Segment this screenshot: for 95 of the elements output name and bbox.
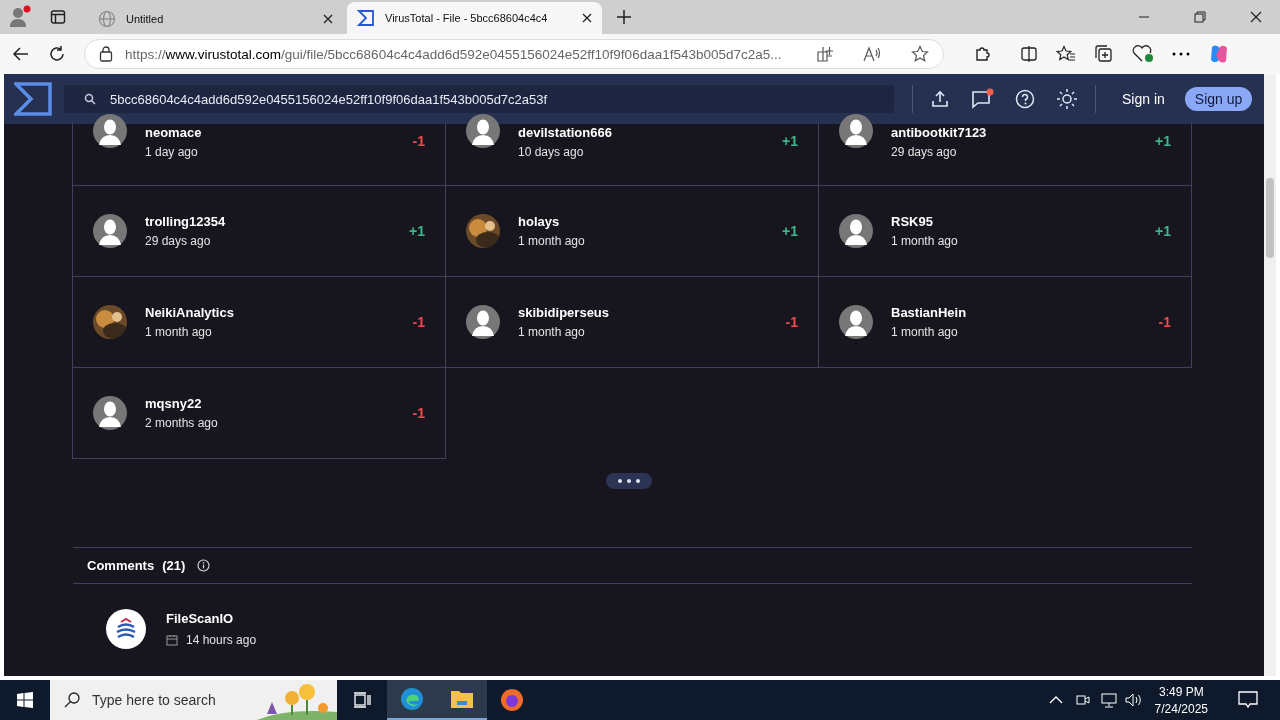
user-name[interactable]: devilstation666 (518, 125, 765, 140)
vote-score: -1 (785, 314, 798, 330)
sigma-logo-icon[interactable] (14, 82, 52, 116)
globe-icon (98, 10, 116, 28)
vote-time: 1 month ago (891, 325, 959, 339)
favorites-icon[interactable] (1056, 45, 1076, 63)
refresh-icon[interactable] (48, 45, 66, 63)
search-icon (64, 692, 80, 708)
user-name[interactable]: holays (518, 214, 765, 229)
new-tab-icon[interactable] (616, 9, 632, 25)
vote-score: -1 (412, 405, 425, 421)
tab-actions-icon[interactable] (50, 9, 66, 25)
info-icon[interactable] (197, 559, 211, 572)
user-name[interactable]: antibootkit7123 (891, 125, 1138, 140)
vote-time: 2 months ago (145, 416, 219, 430)
avatar-icon (839, 214, 873, 248)
close-icon[interactable] (1250, 11, 1262, 23)
volume-icon[interactable] (1124, 692, 1143, 708)
sun-icon[interactable] (1057, 89, 1077, 109)
user-name[interactable]: neomace (145, 125, 395, 140)
chat-icon[interactable] (971, 88, 995, 110)
vote-time: 10 days ago (518, 145, 585, 159)
sigma-logo-icon (357, 9, 375, 27)
vote-time: 1 month ago (891, 234, 959, 248)
avatar-icon (839, 305, 873, 339)
user-name[interactable]: skibidiperseus (518, 305, 768, 320)
notifications-icon[interactable] (1238, 691, 1258, 709)
more-icon[interactable] (1172, 52, 1190, 56)
search-field[interactable]: 5bcc68604c4c4add6d592e0455156024e52ff10f9f06daa1f543b005d7c2a53f (64, 85, 894, 113)
vote-time: 1 month ago (518, 234, 586, 248)
file-explorer-taskbar-icon[interactable] (437, 680, 487, 720)
copilot-icon[interactable] (1208, 43, 1230, 65)
calendar-icon (166, 634, 178, 646)
taskbar-search-field[interactable]: Type here to search (50, 680, 337, 720)
split-screen-icon[interactable] (1020, 45, 1038, 63)
clock-time[interactable]: 3:49 PM (1158, 684, 1204, 699)
vote-score: -1 (412, 133, 425, 149)
vote-time: 1 day ago (145, 145, 199, 159)
chevron-up-icon[interactable] (1048, 695, 1063, 705)
vote-score: +1 (409, 223, 425, 239)
windows-icon (17, 692, 33, 708)
read-aloud-icon[interactable] (863, 46, 881, 62)
user-name[interactable]: BastianHein (891, 305, 1141, 320)
browser-tab[interactable]: VirusTotal - File - 5bcc68604c4c4 (347, 2, 602, 34)
comments-count: (21) (162, 558, 186, 573)
health-icon[interactable] (1132, 45, 1154, 63)
avatar-icon (93, 214, 127, 248)
vote-time: 1 month ago (145, 325, 213, 339)
vote-time: 1 month ago (518, 325, 586, 339)
vote-score: -1 (1158, 314, 1171, 330)
search-placeholder: Type here to search (92, 692, 216, 708)
user-name[interactable]: mqsny22 (145, 396, 395, 411)
address-field[interactable]: https://www.virustotal.com/gui/file/5bcc68604c4c4add6d592e0455156024e52ff10f9f06daa1f543b005d7c2a5... (84, 39, 944, 69)
star-icon[interactable] (911, 45, 929, 63)
vote-score: +1 (1155, 133, 1171, 149)
user-name[interactable]: FileScanIO (166, 611, 234, 626)
avatar-icon (93, 114, 127, 148)
user-name[interactable]: RSK95 (891, 214, 1138, 229)
comment-time: 14 hours ago (186, 633, 257, 647)
user-name[interactable]: trolling12354 (145, 214, 392, 229)
vote-time: 29 days ago (145, 234, 212, 248)
clock-date[interactable]: 7/24/2025 (1154, 701, 1208, 716)
vote-score: +1 (782, 223, 798, 239)
search-value: 5bcc68604c4c4add6d592e0455156024e52ff10f9f06daa1f543b005d7c2a53f (110, 91, 548, 107)
puzzle-icon[interactable] (974, 45, 992, 63)
vote-score: +1 (1155, 223, 1171, 239)
comments-title: Comments (87, 558, 155, 573)
user-name[interactable]: NeikiAnalytics (145, 305, 395, 320)
avatar-icon (466, 305, 500, 339)
avatar-icon (93, 396, 127, 430)
url-text: https://www.virustotal.com/gui/file/5bcc68604c4c4add6d592e0455156024e52ff10f9f06daa1f543b005d7c2a5... (125, 46, 782, 62)
search-icon (84, 93, 96, 105)
close-icon[interactable] (582, 13, 592, 23)
load-more-button[interactable] (606, 473, 652, 489)
network-icon[interactable] (1098, 692, 1117, 708)
vote-score: +1 (782, 133, 798, 149)
avatar-icon (466, 114, 500, 148)
profile-icon[interactable] (8, 5, 32, 29)
sign-in-button[interactable]: Sign in (1114, 91, 1173, 107)
camera-icon[interactable] (1074, 692, 1091, 708)
vote-time: 29 days ago (891, 145, 958, 159)
upload-icon[interactable] (931, 90, 949, 108)
lock-icon (99, 46, 113, 62)
avatar-icon (106, 609, 146, 649)
avatar-icon (839, 114, 873, 148)
help-icon[interactable] (1015, 89, 1035, 109)
back-icon[interactable] (12, 45, 30, 63)
browser-tab[interactable]: Untitled (88, 4, 343, 34)
restore-icon[interactable] (1194, 11, 1206, 23)
sign-up-button[interactable]: Sign up (1184, 87, 1253, 111)
vote-score: -1 (412, 314, 425, 330)
collections-icon[interactable] (1094, 45, 1114, 63)
edge-taskbar-icon[interactable] (387, 680, 437, 720)
scrollbar-thumb[interactable] (1266, 178, 1275, 258)
close-icon[interactable] (323, 14, 333, 24)
